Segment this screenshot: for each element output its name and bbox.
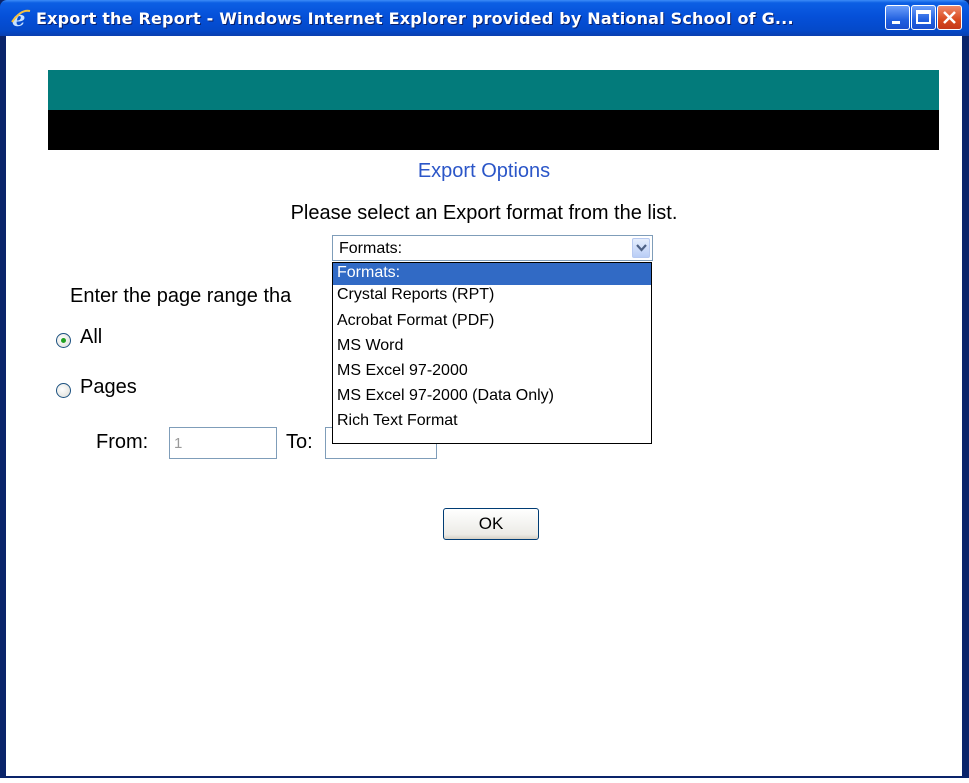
format-option[interactable]: MS Word <box>333 336 651 358</box>
close-button[interactable] <box>937 5 962 30</box>
select-value: Formats: <box>339 240 403 257</box>
from-input[interactable]: 1 <box>169 427 277 459</box>
radio-pages-label: Pages <box>80 376 137 398</box>
title-bar[interactable]: e Export the Report - Windows Internet E… <box>0 0 969 36</box>
radio-pages[interactable] <box>56 383 71 398</box>
radio-selected-dot <box>61 338 66 343</box>
format-option[interactable]: Formats: <box>333 263 651 285</box>
internet-explorer-icon: e <box>11 7 31 29</box>
banner-bottom <box>48 110 939 150</box>
export-format-list[interactable]: Formats: Crystal Reports (RPT) Acrobat F… <box>332 262 652 444</box>
from-label: From: <box>96 431 149 453</box>
ok-button[interactable]: OK <box>443 508 539 540</box>
banner-top <box>48 70 939 110</box>
close-icon <box>943 11 956 24</box>
export-format-select[interactable]: Formats: <box>332 235 653 261</box>
background-page-strip <box>0 778 969 783</box>
dropdown-button[interactable] <box>632 238 650 258</box>
minimize-button[interactable] <box>885 5 910 30</box>
format-option[interactable]: Crystal Reports (RPT) <box>333 285 651 307</box>
radio-all[interactable] <box>56 333 71 348</box>
radio-all-label: All <box>80 326 103 348</box>
instruction-text: Please select an Export format from the … <box>290 202 678 224</box>
page-content: Export Options Please select an Export f… <box>6 36 962 776</box>
maximize-button[interactable] <box>911 5 936 30</box>
format-option[interactable]: Rich Text Format <box>333 411 651 433</box>
maximize-icon <box>916 10 931 24</box>
page-title: Export Options <box>417 160 551 182</box>
chevron-down-icon <box>636 244 647 252</box>
format-option[interactable]: Acrobat Format (PDF) <box>333 311 651 333</box>
browser-window: e Export the Report - Windows Internet E… <box>0 0 969 778</box>
from-input-value: 1 <box>174 435 183 452</box>
to-label: To: <box>286 431 313 453</box>
page-range-label: Enter the page range tha <box>70 285 292 307</box>
minimize-icon <box>892 21 900 24</box>
format-option[interactable]: MS Excel 97-2000 <box>333 361 651 383</box>
format-option[interactable]: MS Excel 97-2000 (Data Only) <box>333 386 651 408</box>
window-title: Export the Report - Windows Internet Exp… <box>36 9 794 28</box>
